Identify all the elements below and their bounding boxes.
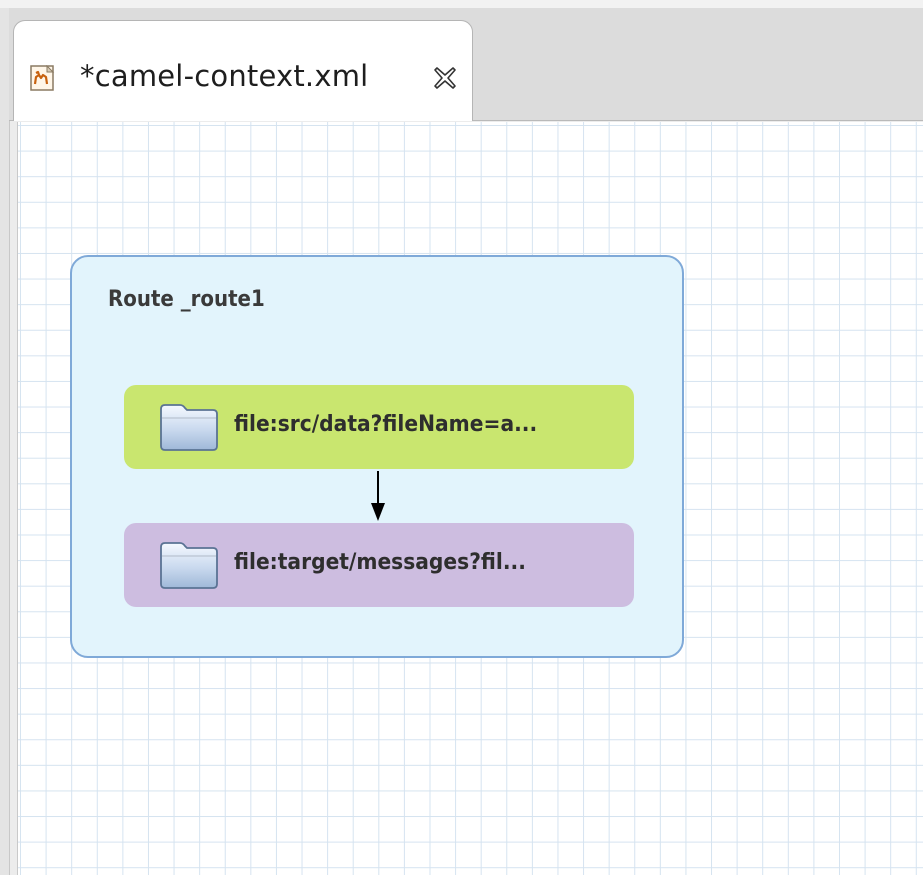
camel-file-icon	[30, 65, 55, 91]
route-container[interactable]: Route _route1 file:src/data?fileName=a..	[70, 255, 684, 658]
route-label: Route _route1	[108, 287, 265, 312]
endpoint-to-label: file:target/messages?fil...	[234, 550, 526, 575]
endpoint-to-node[interactable]: file:target/messages?fil...	[124, 523, 634, 607]
editor-window: *camel-context.xml Route _route1 file:sr…	[0, 0, 923, 875]
endpoint-from-label: file:src/data?fileName=a...	[234, 412, 538, 437]
tab-title: *camel-context.xml	[80, 59, 369, 93]
folder-icon	[160, 404, 218, 451]
tab-camel-context[interactable]: *camel-context.xml	[13, 20, 473, 121]
diagram-canvas[interactable]: Route _route1 file:src/data?fileName=a..	[17, 122, 923, 875]
folder-icon	[160, 542, 218, 589]
editor-tab-bar: *camel-context.xml	[9, 8, 923, 121]
arrow-down-icon[interactable]	[368, 469, 388, 523]
close-icon[interactable]	[432, 65, 458, 91]
window-left-edge	[0, 8, 10, 875]
endpoint-from-node[interactable]: file:src/data?fileName=a...	[124, 385, 634, 469]
